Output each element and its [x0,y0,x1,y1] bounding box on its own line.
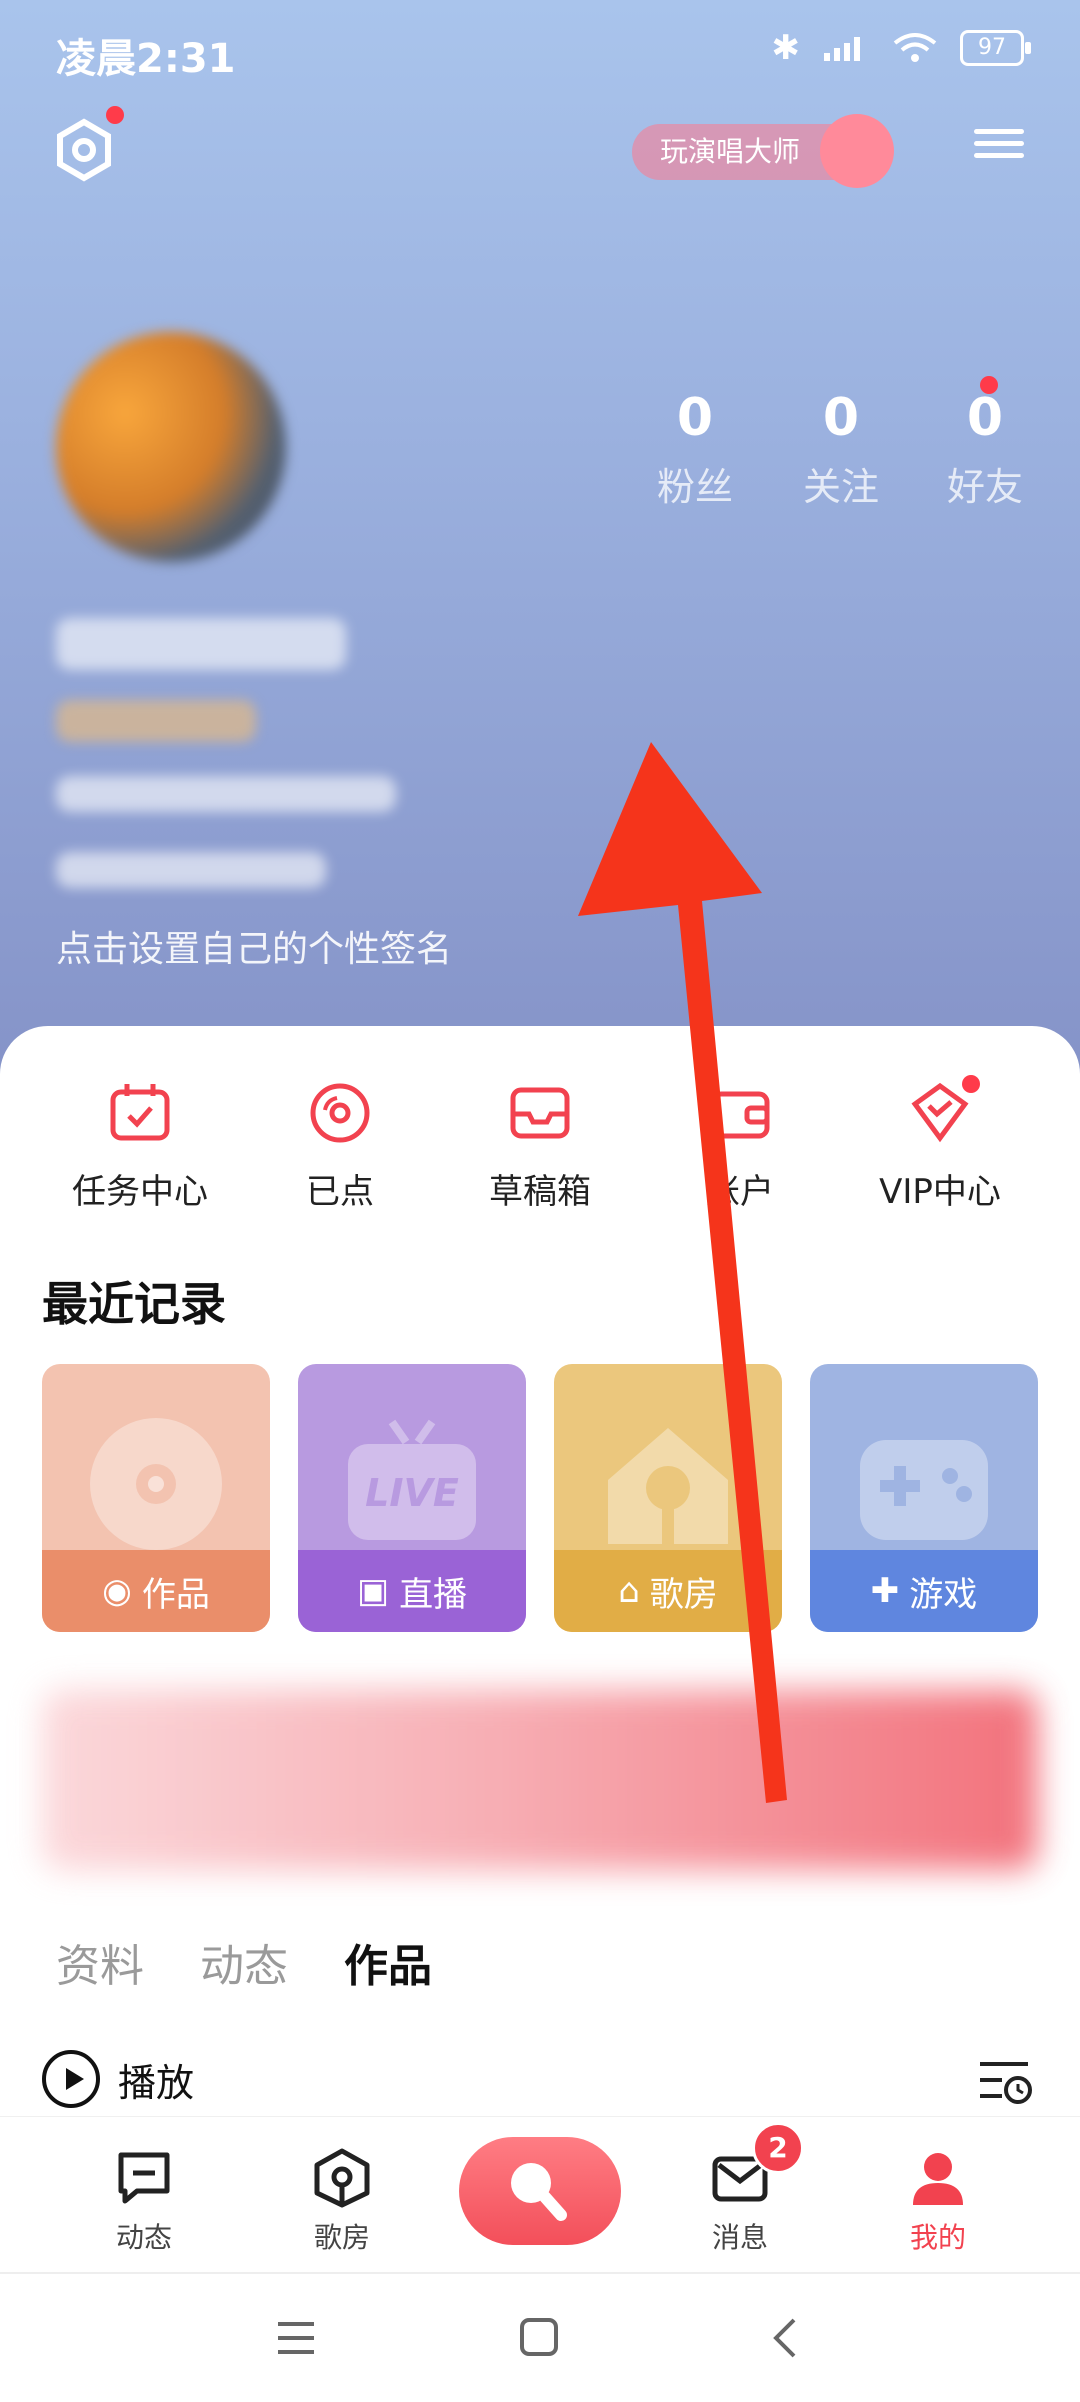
level-badges-blurred [56,700,256,742]
system-navigation-bar [0,2272,1080,2402]
house-small-icon: ⌂ [618,1571,640,1611]
back-icon[interactable] [768,2318,804,2358]
recent-tile-label-bar: ◉ 作品 [42,1550,270,1632]
quick-action-label: 已点 [306,1172,374,1212]
bluetooth-icon: ✱ [771,28,801,68]
quick-action-label: 账户 [706,1172,774,1212]
friends-count: 0 [966,388,1004,448]
quick-action-task-center[interactable]: 任务中心 [40,1080,240,1213]
signature-prompt[interactable]: 点击设置自己的个性签名 [56,920,452,972]
menu-icon-bar [974,153,1024,158]
following-stat[interactable]: 0 关注 [786,388,896,511]
recent-tile-games[interactable]: ✚ 游戏 [810,1364,1038,1632]
recent-records-title: 最近记录 [42,1277,226,1331]
live-tv-icon: LIVE [348,1419,476,1540]
fans-label: 粉丝 [656,465,733,509]
disc-small-icon: ◉ [102,1571,132,1611]
status-time: 凌晨2:31 [56,36,236,82]
recent-tile-label: 游戏 [909,1574,978,1615]
play-label: 播放 [118,2060,195,2105]
nav-label: 消息 [711,2221,768,2254]
menu-icon-bar [974,141,1024,146]
song-room-icon [314,2148,370,2208]
svg-text:LIVE: LIVE [365,1471,459,1515]
status-icons: ✱ 97 [771,28,1031,68]
tab-works[interactable]: 作品 [344,1930,432,1994]
quick-action-requested[interactable]: 已点 [240,1080,440,1213]
chat-bubble-icon [118,2152,170,2204]
menu-icon-bar [974,129,1024,134]
play-icon [42,2050,100,2108]
singing-master-label: 玩演唱大师 [660,135,801,168]
diamond-heart-icon [911,1082,969,1143]
vip-notification-dot [962,1075,980,1093]
home-icon[interactable] [518,2318,560,2358]
quick-action-label: 任务中心 [72,1172,208,1212]
microphone-icon [511,2163,567,2221]
nav-label: 我的 [909,2221,966,2254]
disc-icon [310,1083,370,1143]
settings-button[interactable] [52,118,116,182]
recent-tile-works[interactable]: ◉ 作品 [42,1364,270,1632]
tab-moments[interactable]: 动态 [200,1930,288,1994]
friends-stat[interactable]: 0 好友 [930,388,1040,511]
nav-label: 歌房 [313,2221,370,2254]
user-icon [913,2153,963,2205]
quick-action-label: VIP中心 [879,1172,1001,1212]
battery-indicator: 97 [960,30,1031,66]
play-all-button[interactable]: 播放 [42,2050,194,2108]
avatar[interactable] [56,332,286,562]
friends-label: 好友 [946,465,1023,509]
fans-stat[interactable]: 0 粉丝 [640,388,750,511]
disc-icon [90,1418,222,1550]
menu-button[interactable] [974,122,1024,172]
house-tree-icon [608,1428,728,1544]
user-id-blurred [56,776,396,812]
gamepad-icon [860,1440,988,1540]
recent-tile-label: 作品 [141,1574,210,1615]
recent-tile-label: 歌房 [649,1574,718,1615]
recent-tile-song-room[interactable]: ⌂ 歌房 [554,1364,782,1632]
friends-notification-dot [980,376,998,394]
inbox-tray-icon [510,1087,570,1139]
settings-notification-dot [106,106,124,124]
status-bar: 凌晨2:31 ✱ 97 [0,0,1080,100]
recent-apps-icon[interactable] [274,2318,318,2358]
settings-icon [57,118,111,182]
profile-tabs: 资料 动态 作品 [56,1930,432,1994]
gamepad-small-icon: ✚ [870,1571,900,1611]
wifi-icon [893,33,937,62]
tab-profile[interactable]: 资料 [56,1930,144,1994]
nav-item-me[interactable]: 我的 [868,2147,1008,2256]
quick-action-vip-center[interactable]: VIP中心 [840,1080,1040,1213]
following-count: 0 [822,388,860,448]
nav-item-song-room[interactable]: 歌房 [272,2147,412,2256]
recent-tile-label-bar: ⌂ 歌房 [554,1550,782,1632]
quick-action-label: 草稿箱 [489,1172,591,1212]
nav-item-moments[interactable]: 动态 [74,2147,214,2256]
nav-label: 动态 [115,2221,172,2254]
signal-icon [824,37,860,61]
recent-tile-label-bar: ▣ 直播 [298,1550,526,1632]
recent-tile-live[interactable]: LIVE ▣ 直播 [298,1364,526,1632]
quick-action-account[interactable]: 账户 [640,1080,840,1213]
wallet-icon [710,1091,770,1139]
fans-count: 0 [676,388,714,448]
sing-button[interactable] [459,2137,621,2245]
messages-badge: 2 [752,2122,804,2174]
promo-banner-blurred[interactable] [42,1690,1038,1870]
quick-action-drafts[interactable]: 草稿箱 [440,1080,640,1213]
playlist-history-icon[interactable] [978,2058,1034,2104]
singing-master-avatar-icon [820,114,894,188]
bottom-navigation: 动态 歌房 消息 我的 [0,2116,1080,2271]
live-small-icon: ▣ [356,1571,390,1611]
user-info-blurred [56,852,326,888]
recent-tile-label: 直播 [399,1574,468,1615]
recent-tile-label-bar: ✚ 游戏 [810,1550,1038,1632]
calendar-check-icon [110,1084,170,1141]
username-blurred [56,618,346,670]
following-label: 关注 [802,465,879,509]
